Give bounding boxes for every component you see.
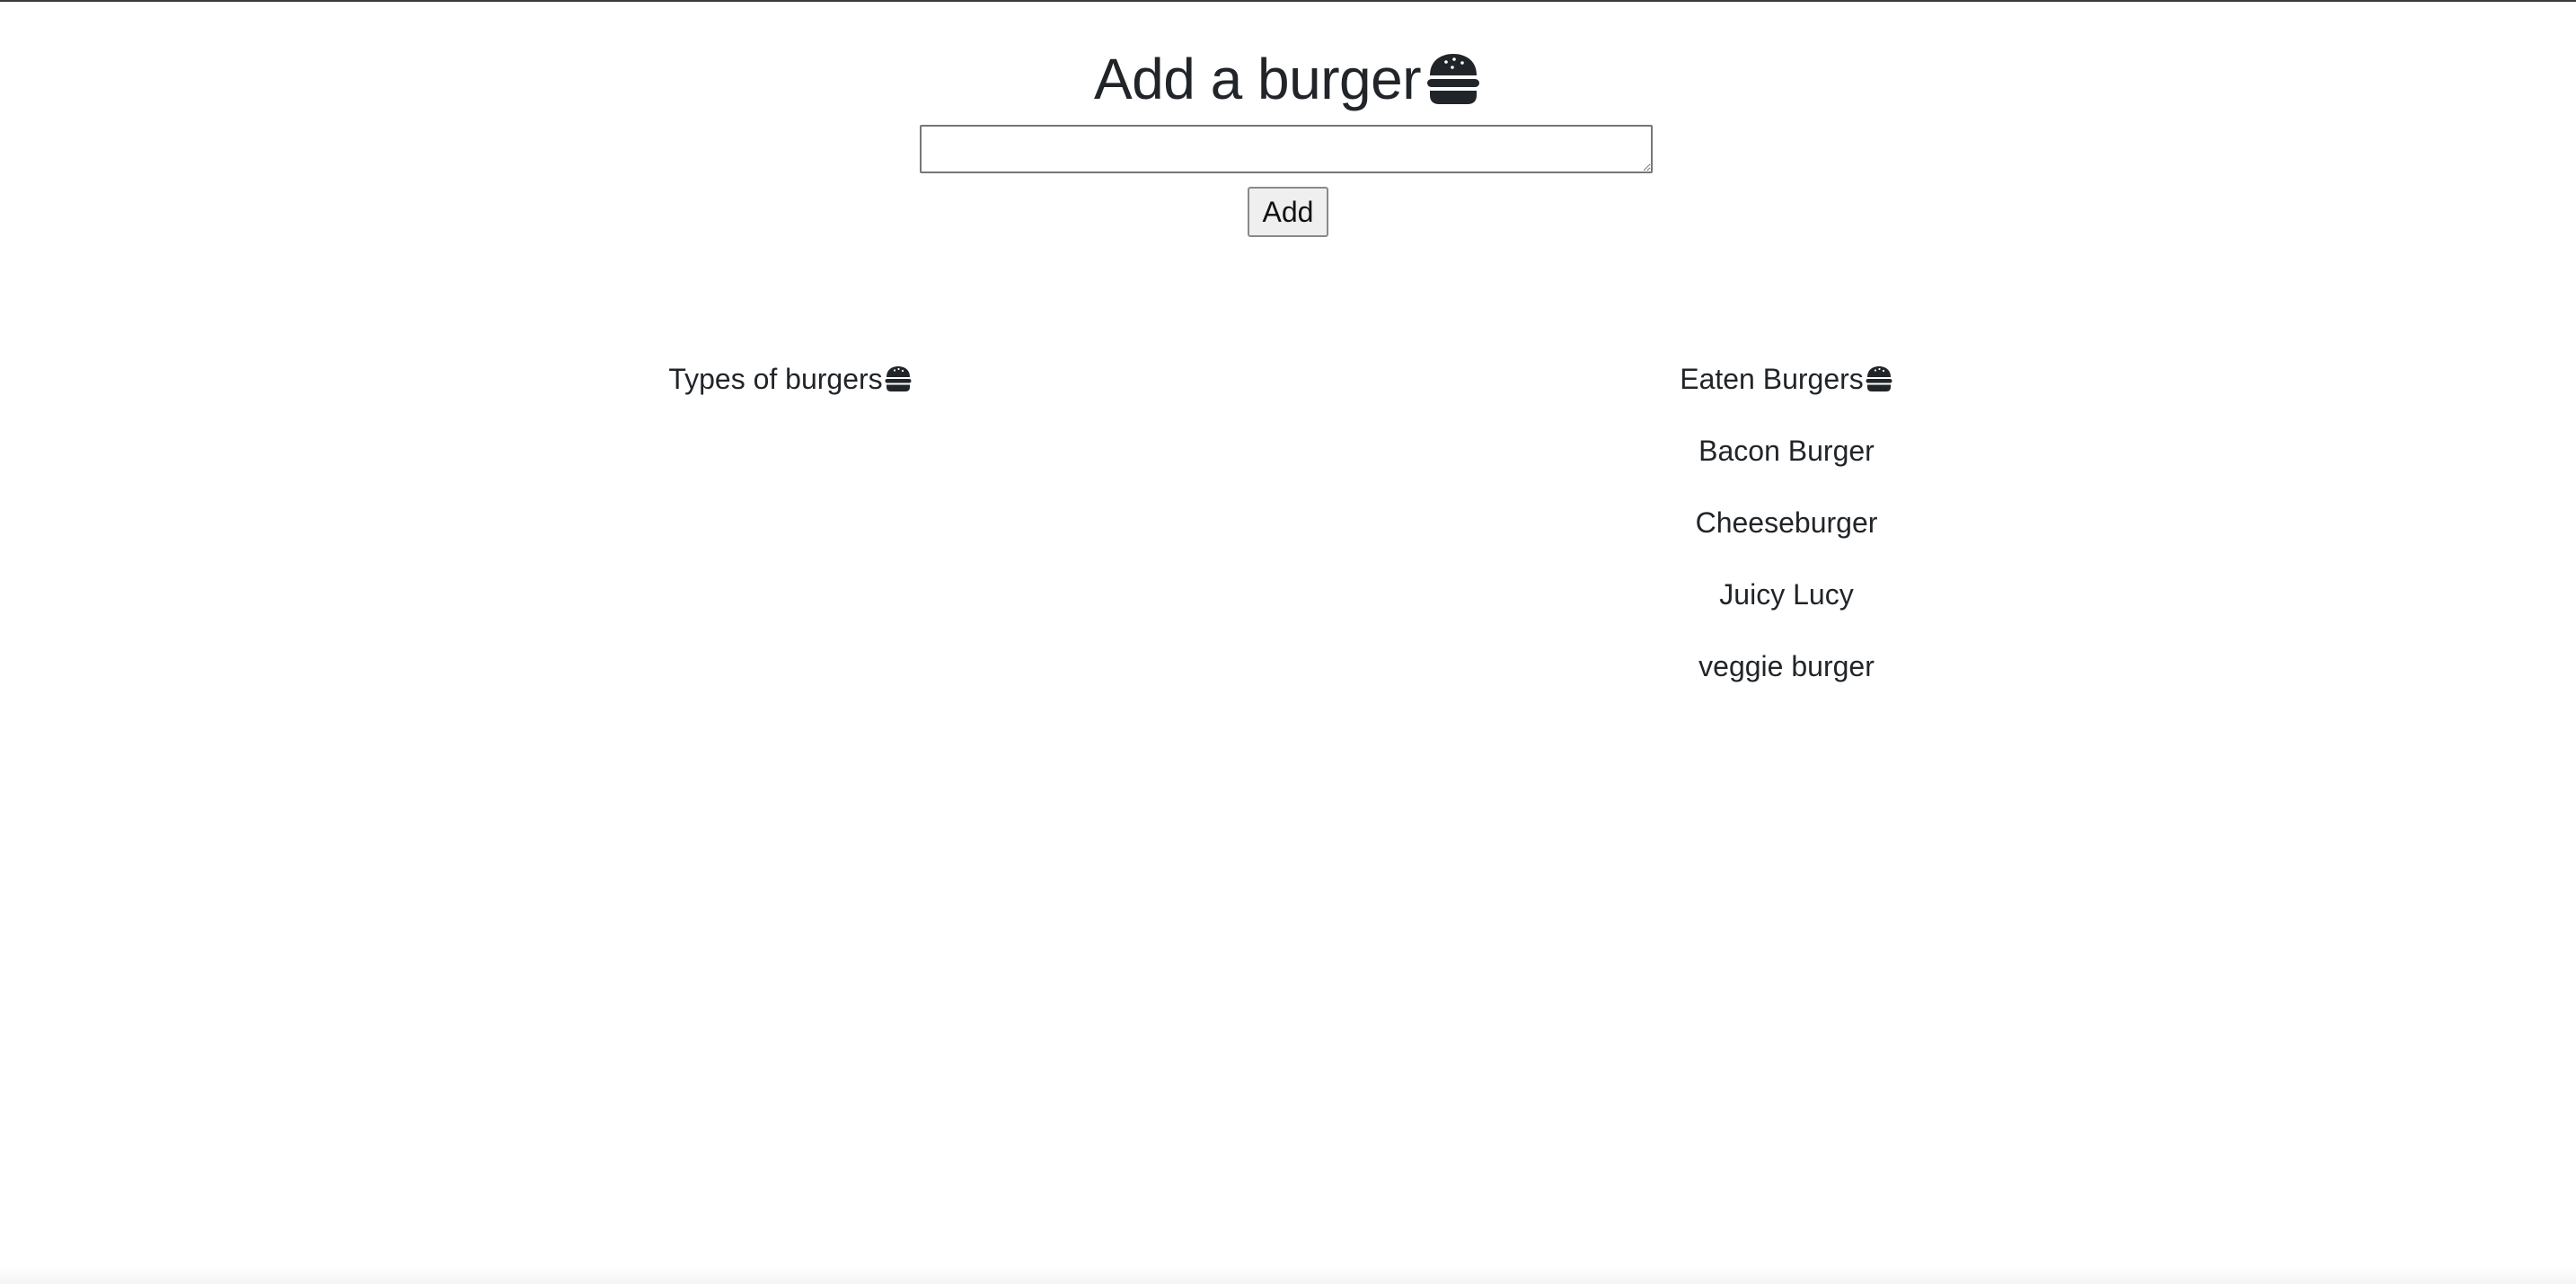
window-top-border	[0, 0, 2576, 2]
types-heading: Types of burgers	[668, 356, 912, 402]
eaten-heading: Eaten Burgers	[1680, 356, 1893, 402]
add-burger-form: Add	[0, 125, 2576, 237]
eaten-burger-item: Juicy Lucy	[1719, 578, 1854, 611]
window-bottom-edge	[0, 1266, 2576, 1284]
page-header: Add a burger	[0, 40, 2576, 119]
add-button[interactable]: Add	[1248, 187, 1328, 237]
eaten-burger-item: veggie burger	[1698, 650, 1875, 682]
page-title-text: Add a burger	[1093, 47, 1422, 111]
burger-icon	[883, 365, 913, 392]
burger-icon	[1864, 365, 1893, 392]
page-title: Add a burger	[1094, 40, 1482, 119]
eaten-list: Bacon Burger Cheeseburger Juicy Lucy veg…	[1652, 427, 1921, 690]
eaten-burgers-column: Eaten Burgers Bacon Burger Cheeseburger …	[1652, 356, 1921, 690]
types-of-burgers-column: Types of burgers	[665, 356, 916, 402]
types-heading-text: Types of burgers	[668, 363, 883, 395]
eaten-burger-item: Cheeseburger	[1695, 506, 1878, 539]
eaten-burger-item: Bacon Burger	[1698, 435, 1875, 467]
burger-name-textarea[interactable]	[920, 125, 1653, 173]
burger-icon	[1421, 52, 1482, 106]
eaten-heading-text: Eaten Burgers	[1680, 363, 1864, 395]
